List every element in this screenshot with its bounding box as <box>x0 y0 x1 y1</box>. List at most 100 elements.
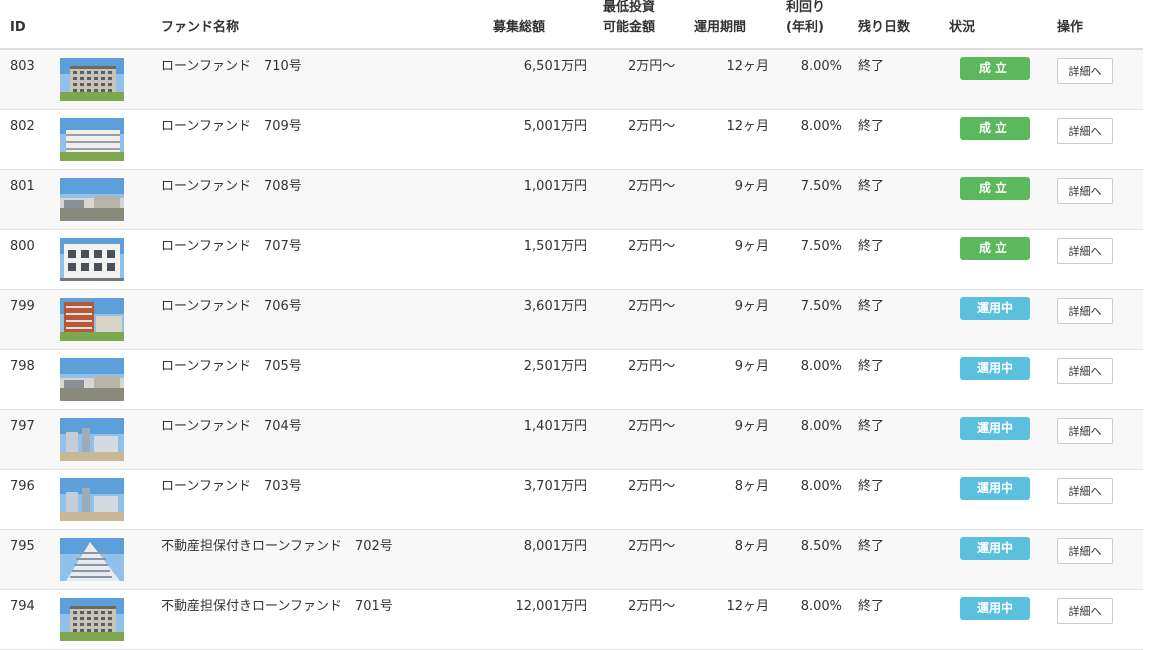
details-button[interactable]: 詳細へ <box>1057 598 1113 624</box>
fund-min-invest: 2万円〜 <box>628 179 676 194</box>
table-row: 802 ローンファンド 709号 5,001万円 2万円〜 12ヶ月 8.00%… <box>0 110 1143 170</box>
table-body: 803 ローンファンド 710号 6,501万円 2万円〜 12ヶ月 8.00%… <box>0 50 1143 650</box>
fund-min-invest: 2万円〜 <box>628 599 676 614</box>
fund-days-left: 終了 <box>858 599 885 614</box>
property-thumbnail[interactable] <box>60 538 124 581</box>
fund-days-left: 終了 <box>858 479 885 494</box>
fund-period: 9ヶ月 <box>734 239 769 254</box>
fund-yield: 8.00% <box>800 119 842 134</box>
details-button[interactable]: 詳細へ <box>1057 538 1113 564</box>
brick-building-photo <box>60 298 124 341</box>
fund-period: 9ヶ月 <box>734 419 769 434</box>
fund-total: 1,501万円 <box>523 239 587 254</box>
fund-yield: 8.00% <box>800 479 842 494</box>
fund-days-left: 終了 <box>858 359 885 374</box>
property-thumbnail[interactable] <box>60 478 124 521</box>
fund-period: 9ヶ月 <box>734 359 769 374</box>
building-photo-green <box>60 58 124 101</box>
details-button[interactable]: 詳細へ <box>1057 118 1113 144</box>
fund-name: ローンファンド 703号 <box>161 479 302 494</box>
fund-yield: 8.00% <box>800 599 842 614</box>
details-button[interactable]: 詳細へ <box>1057 478 1113 504</box>
fund-min-invest: 2万円〜 <box>628 479 676 494</box>
fund-days-left: 終了 <box>858 179 885 194</box>
status-badge: 成立 <box>960 237 1030 260</box>
fund-period: 12ヶ月 <box>726 599 769 614</box>
header-min-invest: 最低投資 可能金額 <box>603 0 655 38</box>
details-button[interactable]: 詳細へ <box>1057 418 1113 444</box>
building-photo-white <box>60 118 124 161</box>
fund-period: 9ヶ月 <box>734 179 769 194</box>
table-row: 798 ローンファンド 705号 2,501万円 2万円〜 9ヶ月 8.00% … <box>0 350 1143 410</box>
fund-yield: 7.50% <box>800 239 842 254</box>
status-badge: 運用中 <box>960 417 1030 440</box>
fund-id: 799 <box>10 299 35 314</box>
fund-period: 9ヶ月 <box>734 299 769 314</box>
table-header: ID ファンド名称 募集総額 最低投資 可能金額 運用期間 利回り (年利) 残… <box>0 0 1143 50</box>
street-photo <box>60 178 124 221</box>
status-badge: 成立 <box>960 177 1030 200</box>
fund-name: 不動産担保付きローンファンド 701号 <box>161 599 393 614</box>
fund-total: 8,001万円 <box>523 539 587 554</box>
fund-yield: 8.00% <box>800 59 842 74</box>
property-thumbnail[interactable] <box>60 358 124 401</box>
fund-days-left: 終了 <box>858 239 885 254</box>
property-thumbnail[interactable] <box>60 238 124 281</box>
fund-name: ローンファンド 704号 <box>161 419 302 434</box>
property-thumbnail[interactable] <box>60 178 124 221</box>
fund-period: 12ヶ月 <box>726 119 769 134</box>
header-total: 募集総額 <box>493 20 546 35</box>
table-row: 795 不動産担保付きローンファンド 702号 8,001万円 2万円〜 8ヶ月… <box>0 530 1143 590</box>
property-thumbnail[interactable] <box>60 418 124 461</box>
header-status: 状況 <box>949 20 976 35</box>
details-button[interactable]: 詳細へ <box>1057 238 1113 264</box>
details-button[interactable]: 詳細へ <box>1057 58 1113 84</box>
header-id: ID <box>10 20 26 35</box>
fund-total: 5,001万円 <box>523 119 587 134</box>
details-button[interactable]: 詳細へ <box>1057 298 1113 324</box>
fund-id: 795 <box>10 539 35 554</box>
fund-days-left: 終了 <box>858 59 885 74</box>
fund-days-left: 終了 <box>858 119 885 134</box>
fund-name: ローンファンド 707号 <box>161 239 302 254</box>
tower-photo <box>60 538 124 581</box>
fund-total: 12,001万円 <box>515 599 588 614</box>
fund-total: 1,401万円 <box>523 419 587 434</box>
fund-total: 2,501万円 <box>523 359 587 374</box>
fund-total: 3,701万円 <box>523 479 587 494</box>
fund-min-invest: 2万円〜 <box>628 119 676 134</box>
apartment-photo <box>60 238 124 281</box>
header-action: 操作 <box>1057 20 1084 35</box>
table-row: 799 ローンファンド 706号 3,601万円 2万円〜 9ヶ月 7.50% … <box>0 290 1143 350</box>
property-thumbnail[interactable] <box>60 598 124 641</box>
building-photo-green <box>60 598 124 641</box>
property-thumbnail[interactable] <box>60 58 124 101</box>
fund-period: 12ヶ月 <box>726 59 769 74</box>
details-button[interactable]: 詳細へ <box>1057 358 1113 384</box>
property-thumbnail[interactable] <box>60 118 124 161</box>
details-button[interactable]: 詳細へ <box>1057 178 1113 204</box>
status-badge: 運用中 <box>960 297 1030 320</box>
property-thumbnail[interactable] <box>60 298 124 341</box>
fund-id: 796 <box>10 479 35 494</box>
fund-name: ローンファンド 706号 <box>161 299 302 314</box>
fund-yield: 8.50% <box>800 539 842 554</box>
fund-name: ローンファンド 708号 <box>161 179 302 194</box>
table-row: 796 ローンファンド 703号 3,701万円 2万円〜 8ヶ月 8.00% … <box>0 470 1143 530</box>
fund-id: 798 <box>10 359 35 374</box>
status-badge: 運用中 <box>960 357 1030 380</box>
fund-days-left: 終了 <box>858 539 885 554</box>
fund-total: 3,601万円 <box>523 299 587 314</box>
status-badge: 成立 <box>960 57 1030 80</box>
header-min-invest-line2: 可能金額 <box>603 20 656 35</box>
fund-min-invest: 2万円〜 <box>628 299 676 314</box>
fund-name: ローンファンド 705号 <box>161 359 302 374</box>
status-badge: 運用中 <box>960 477 1030 500</box>
fund-period: 8ヶ月 <box>734 539 769 554</box>
fund-min-invest: 2万円〜 <box>628 239 676 254</box>
fund-days-left: 終了 <box>858 299 885 314</box>
table-row: 801 ローンファンド 708号 1,001万円 2万円〜 9ヶ月 7.50% … <box>0 170 1143 230</box>
header-yield: 利回り (年利) <box>786 0 825 38</box>
fund-name: ローンファンド 709号 <box>161 119 302 134</box>
fund-min-invest: 2万円〜 <box>628 419 676 434</box>
